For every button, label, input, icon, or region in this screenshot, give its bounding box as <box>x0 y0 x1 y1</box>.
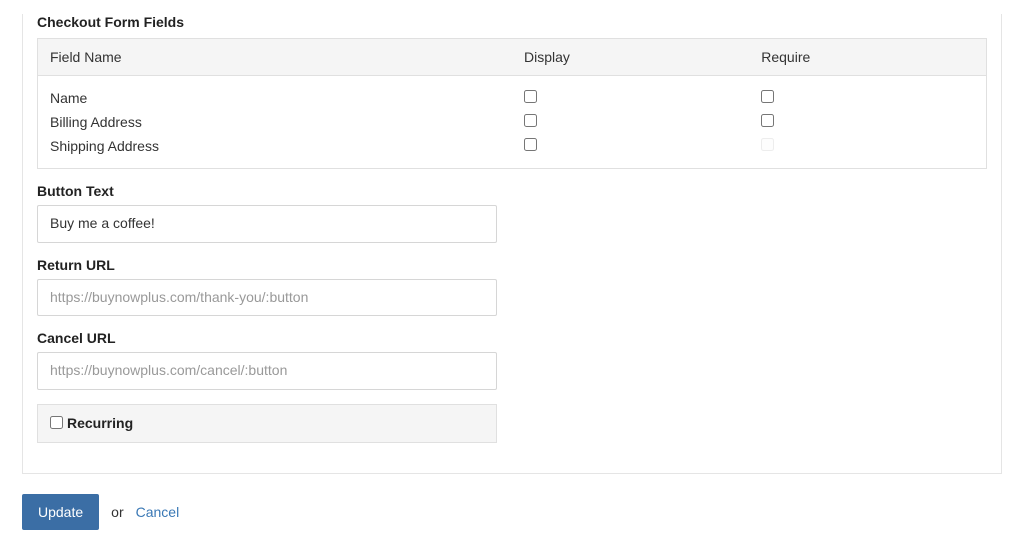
checkout-fields-table: Field Name Display Require Name Billing … <box>37 38 987 169</box>
action-row: Update or Cancel <box>22 494 1024 530</box>
display-checkbox-shipping[interactable] <box>524 138 537 151</box>
require-checkbox-billing[interactable] <box>761 114 774 127</box>
display-checkbox-billing[interactable] <box>524 114 537 127</box>
recurring-checkbox[interactable] <box>50 416 63 429</box>
settings-panel: Checkout Form Fields Field Name Display … <box>22 14 1002 474</box>
button-text-group: Button Text <box>37 183 497 243</box>
update-button[interactable]: Update <box>22 494 99 530</box>
cancel-link[interactable]: Cancel <box>136 504 180 520</box>
or-text: or <box>111 504 123 520</box>
column-require: Require <box>749 39 986 76</box>
button-text-label: Button Text <box>37 183 497 199</box>
display-checkbox-name[interactable] <box>524 90 537 103</box>
cancel-url-label: Cancel URL <box>37 330 497 346</box>
require-checkbox-name[interactable] <box>761 90 774 103</box>
recurring-label: Recurring <box>67 415 133 431</box>
cancel-url-group: Cancel URL <box>37 330 497 390</box>
checkout-fields-heading: Checkout Form Fields <box>37 14 987 30</box>
cancel-url-input[interactable] <box>37 352 497 390</box>
require-checkbox-shipping <box>761 138 774 151</box>
field-label: Name <box>38 76 513 111</box>
table-row: Shipping Address <box>38 134 987 169</box>
return-url-input[interactable] <box>37 279 497 317</box>
column-display: Display <box>512 39 749 76</box>
field-label: Shipping Address <box>38 134 513 169</box>
table-row: Name <box>38 76 987 111</box>
table-row: Billing Address <box>38 110 987 134</box>
recurring-box: Recurring <box>37 404 497 444</box>
column-field-name: Field Name <box>38 39 513 76</box>
field-label: Billing Address <box>38 110 513 134</box>
return-url-group: Return URL <box>37 257 497 317</box>
recurring-toggle[interactable]: Recurring <box>50 415 133 431</box>
return-url-label: Return URL <box>37 257 497 273</box>
button-text-input[interactable] <box>37 205 497 243</box>
